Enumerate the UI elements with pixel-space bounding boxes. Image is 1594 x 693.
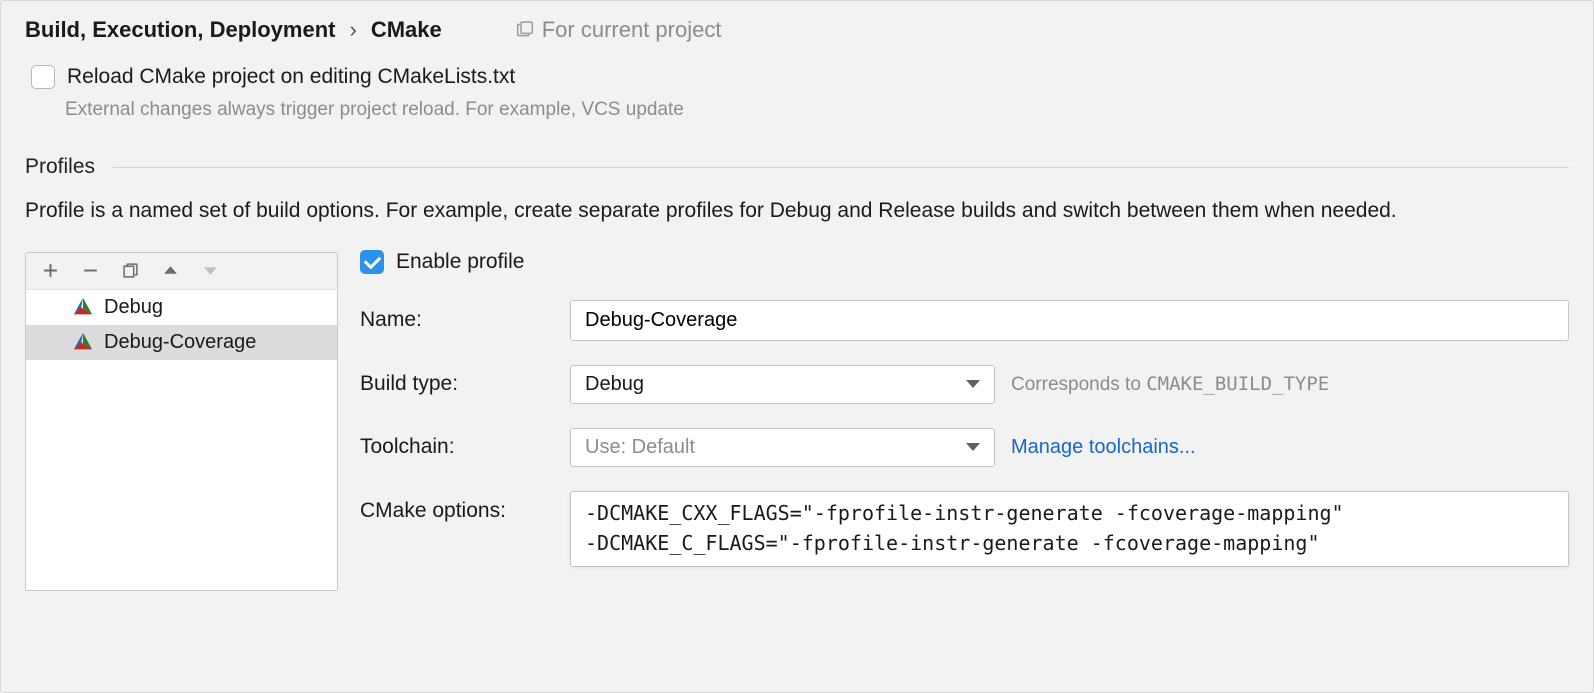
plus-icon (42, 262, 59, 279)
minus-icon (82, 262, 99, 279)
cmake-options-input[interactable]: -DCMAKE_CXX_FLAGS="-fprofile-instr-gener… (570, 491, 1569, 567)
profile-item-label: Debug-Coverage (104, 331, 256, 354)
build-type-hint: Corresponds to CMAKE_BUILD_TYPE (1011, 373, 1329, 396)
reload-hint: External changes always trigger project … (65, 99, 1569, 121)
breadcrumb-separator-icon: › (349, 17, 356, 43)
move-down-button[interactable] (200, 261, 220, 281)
remove-profile-button[interactable] (80, 261, 100, 281)
build-type-select[interactable]: Debug (570, 365, 995, 404)
project-scope-indicator: For current project (516, 17, 722, 43)
chevron-up-icon (162, 262, 179, 279)
toolchain-label: Toolchain: (360, 435, 570, 459)
profiles-list-panel: Debug Debug-Coverage (25, 252, 338, 591)
profile-item-debug-coverage[interactable]: Debug-Coverage (26, 325, 337, 360)
enable-profile-checkbox[interactable] (360, 250, 384, 274)
profiles-toolbar (26, 253, 337, 290)
toolchain-select[interactable]: Use: Default (570, 428, 995, 467)
reload-checkbox-label[interactable]: Reload CMake project on editing CMakeLis… (67, 65, 515, 89)
name-label: Name: (360, 308, 570, 332)
add-profile-button[interactable] (40, 261, 60, 281)
profile-item-debug[interactable]: Debug (26, 290, 337, 325)
chevron-down-icon (966, 380, 980, 388)
breadcrumb: Build, Execution, Deployment › CMake For… (25, 17, 1569, 43)
cmake-options-label: CMake options: (360, 491, 570, 523)
profiles-section-title: Profiles (25, 155, 95, 179)
cmake-icon (72, 296, 94, 318)
profile-item-label: Debug (104, 296, 163, 319)
move-up-button[interactable] (160, 261, 180, 281)
manage-toolchains-link[interactable]: Manage toolchains... (1011, 436, 1196, 459)
name-input[interactable] (570, 300, 1569, 341)
build-type-value: Debug (585, 373, 644, 396)
toolchain-value: Use: Default (585, 436, 695, 459)
copy-icon (122, 262, 139, 279)
reload-checkbox[interactable] (31, 65, 55, 89)
chevron-down-icon (202, 262, 219, 279)
breadcrumb-parent[interactable]: Build, Execution, Deployment (25, 17, 335, 43)
chevron-down-icon (966, 443, 980, 451)
profiles-description: Profile is a named set of build options.… (25, 195, 1569, 228)
profiles-list: Debug Debug-Coverage (26, 290, 337, 590)
project-scope-icon (516, 21, 534, 39)
project-scope-label: For current project (542, 17, 722, 43)
profile-form: Enable profile Name: Build type: Debug C… (360, 252, 1569, 567)
breadcrumb-current: CMake (371, 17, 442, 43)
copy-profile-button[interactable] (120, 261, 140, 281)
enable-profile-label[interactable]: Enable profile (396, 250, 524, 274)
build-type-label: Build type: (360, 372, 570, 396)
cmake-icon (72, 331, 94, 353)
section-divider (113, 167, 1569, 168)
